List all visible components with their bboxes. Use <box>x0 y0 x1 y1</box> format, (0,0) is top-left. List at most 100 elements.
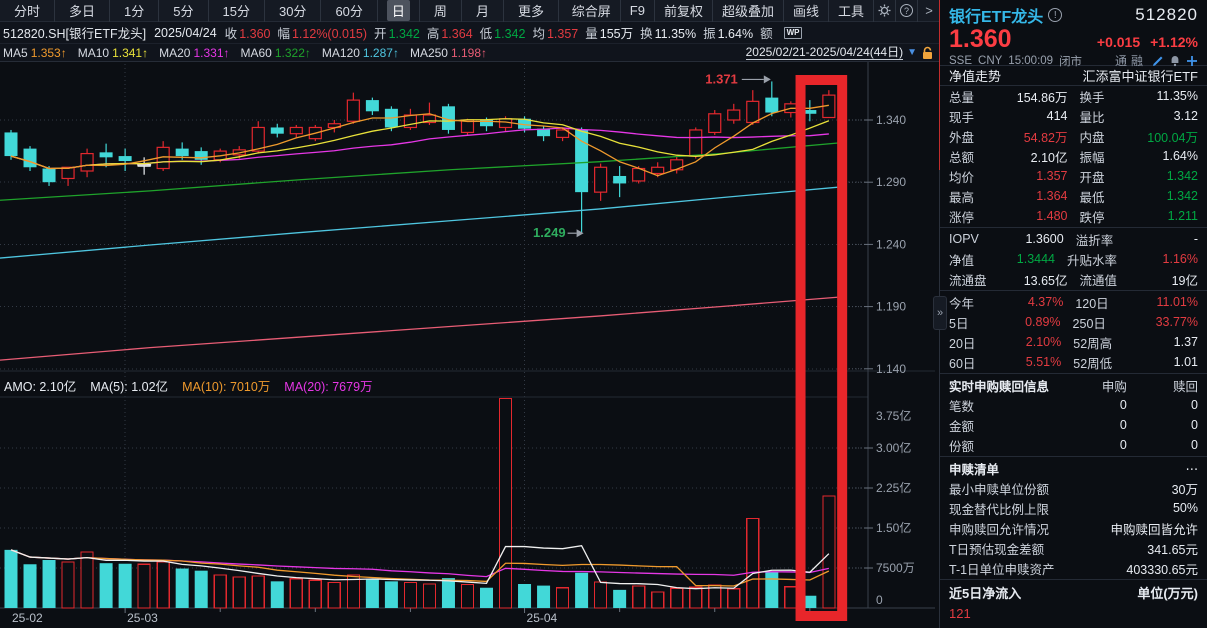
period-tab-周[interactable]: 周 <box>420 0 462 22</box>
kline-volume-chart[interactable]: 1.340 1.290 1.240 1.190 1.140 3.75亿 3.00亿 2.25亿… <box>0 62 940 628</box>
period-tab-分时[interactable]: 分时 <box>0 0 56 22</box>
panel-row-总额: 总额 2.10亿 振幅 1.64% <box>949 149 1198 165</box>
quote-field-高: 高 1.364 <box>426 27 473 41</box>
panel-divider-accent <box>939 0 940 170</box>
period-tab-日[interactable]: 日 <box>378 0 420 22</box>
ma-legend-MA120: MA120 1.287↑ <box>321 45 399 60</box>
info-icon[interactable]: ! <box>1048 8 1063 22</box>
volume-bar <box>175 568 189 608</box>
amo-label: AMO: 2.10亿 <box>4 380 77 394</box>
candle-body <box>727 109 741 121</box>
price-axis-label: 1.240 <box>876 237 906 251</box>
ma-legend-bar: MA5 1.353↑ MA10 1.341↑ MA20 1.331↑ MA60 1.322↑ M… <box>0 44 940 62</box>
volume-bar <box>575 572 589 608</box>
panel-collapse-handle[interactable]: » <box>933 296 947 330</box>
tool-menu-工具[interactable]: 工具 <box>829 0 874 22</box>
chevron-down-icon[interactable]: ▼ <box>907 47 917 58</box>
candle-body <box>365 100 379 112</box>
quote-field-低: 低 1.342 <box>479 27 526 41</box>
wp-monitor-icon[interactable]: WP <box>783 26 803 39</box>
fund-name: 银行ETF龙头 <box>949 9 1044 26</box>
price-axis-label: 1.140 <box>876 362 906 376</box>
candle-body <box>194 151 208 160</box>
tool-menu-前复权[interactable]: 前复权 <box>655 0 713 22</box>
period-tabs: 分时 多日 1分 5分 15分 30分 60分日周月更多 <box>0 0 559 22</box>
price-change-pct: +1.12% <box>1150 34 1198 50</box>
tool-menu-超级叠加[interactable]: 超级叠加 <box>713 0 784 22</box>
volume-bar <box>784 586 798 609</box>
subscription-row-笔数: 笔数 0 0 <box>949 398 1198 414</box>
panel-row-今年: 今年 4.37% 120日 11.01% <box>949 295 1198 311</box>
panel-row-外盘: 外盘 54.82万 内盘 100.04万 <box>949 130 1198 145</box>
quote-field-幅: 幅 1.12%(0.015) <box>277 27 368 41</box>
volume-bar <box>194 570 208 608</box>
help-icon[interactable]: ? <box>896 0 918 22</box>
tools-menu: 综合屏 F9 前复权 超级叠加 画线 工具 <box>563 0 874 22</box>
x-axis-label: 25-02 <box>12 611 43 625</box>
price-axis-label: 1.190 <box>876 300 906 314</box>
period-tab-15分[interactable]: 15分 <box>209 0 265 22</box>
tool-menu-画线[interactable]: 画线 <box>784 0 829 22</box>
candle-body <box>613 175 627 184</box>
panel-row-均价: 均价 1.357 开盘 1.342 <box>949 169 1198 185</box>
edit-pencil-icon[interactable] <box>1152 55 1164 67</box>
candle-body <box>99 152 113 158</box>
candle-body <box>118 156 132 162</box>
candle-body <box>289 126 303 135</box>
volume-bar <box>518 584 532 608</box>
tool-menu-F9[interactable]: F9 <box>621 0 655 22</box>
tool-menu-综合屏[interactable]: 综合屏 <box>563 0 621 22</box>
quote-field-收: 收 1.360 <box>224 27 271 41</box>
symbol-label: 512820.SH[银行ETF龙头] <box>3 27 147 41</box>
period-tab-更多[interactable]: 更多 <box>504 0 559 22</box>
candle-body <box>346 99 360 122</box>
volume-bar <box>80 551 94 609</box>
candle-body <box>42 168 56 183</box>
volume-bar <box>480 587 493 608</box>
subscription-row-份额: 份额 0 0 <box>949 438 1198 454</box>
candle-body <box>23 148 37 168</box>
volume-bar <box>327 581 341 609</box>
period-tab-60分[interactable]: 60分 <box>321 0 378 22</box>
period-tab-5分[interactable]: 5分 <box>159 0 209 22</box>
section-divider <box>940 227 1207 228</box>
quote-summary-bar: 512820.SH[银行ETF龙头] 2025/04/24 收 1.360 幅 1.1… <box>0 22 940 44</box>
unlock-icon[interactable] <box>921 46 934 60</box>
chevron-right-icon[interactable]: > <box>918 0 940 22</box>
period-tab-多日[interactable]: 多日 <box>55 0 111 22</box>
volume-bar <box>537 585 551 608</box>
redemption-row-申购赎回允许情况: 申购赎回允许情况 申购赎回皆允许 <box>949 522 1198 537</box>
more-ellipsis-button[interactable]: ⋯ <box>999 461 1199 476</box>
period-tab-1分[interactable]: 1分 <box>110 0 160 22</box>
volume-bar <box>555 587 570 609</box>
add-plus-icon[interactable] <box>1186 55 1198 67</box>
vol-ma20-label: MA(20): 7679万 <box>284 380 373 394</box>
panel-divider <box>939 170 940 628</box>
volume-bar <box>594 581 608 609</box>
volume-bar <box>727 588 741 609</box>
settings-gear-icon[interactable] <box>874 0 896 22</box>
volume-bar <box>441 578 455 608</box>
redeem-col-label: 赎回 <box>1172 379 1198 394</box>
candle-body <box>708 113 722 134</box>
period-tab-30分[interactable]: 30分 <box>265 0 322 22</box>
tools-toolbar: 综合屏 F9 前复权 超级叠加 画线 工具 ? > <box>563 0 940 22</box>
nav-value-trend[interactable]: 净值走势 汇添富中证银行ETF <box>940 66 1207 86</box>
redemption-row-最小申赎单位份额: 最小申赎单位份额 30万 <box>949 482 1198 497</box>
section-divider <box>940 456 1207 457</box>
period-tab-月[interactable]: 月 <box>462 0 504 22</box>
fund-code: 512820 <box>1135 5 1198 24</box>
volume-bar <box>651 591 665 609</box>
subscription-row-金额: 金额 0 0 <box>949 418 1198 434</box>
trading-terminal: 分时 多日 1分 5分 15分 30分 60分日周月更多 综合屏 F9 前复权 超级叠加 画线 工具 … <box>0 0 1207 628</box>
quote-side-panel: 银行ETF龙头 ! 512820 1.360 +0.015 +1.12% SSE… <box>940 0 1207 628</box>
nav-left-label: 净值走势 <box>949 69 1002 84</box>
panel-row-IOPV: IOPV 1.3600 溢折率 - <box>949 232 1199 248</box>
ma-legend-MA5: MA5 1.353↑ <box>3 45 67 60</box>
netflow-unit: 单位(万元) <box>1137 585 1198 601</box>
annotation-high-label: 1.371 <box>705 71 738 86</box>
alert-bell-icon[interactable] <box>1169 55 1181 67</box>
redemption-row-T-1日单位申赎资产: T-1日单位申赎资产 403330.65元 <box>949 562 1198 577</box>
date-range-selector[interactable]: 2025/02/21-2025/04/24(44日) <box>745 45 904 60</box>
performance-rows: 今年 4.37% 120日 11.01% 5日 0.89% 250日 33.77% 20日 2.1… <box>940 292 1207 372</box>
